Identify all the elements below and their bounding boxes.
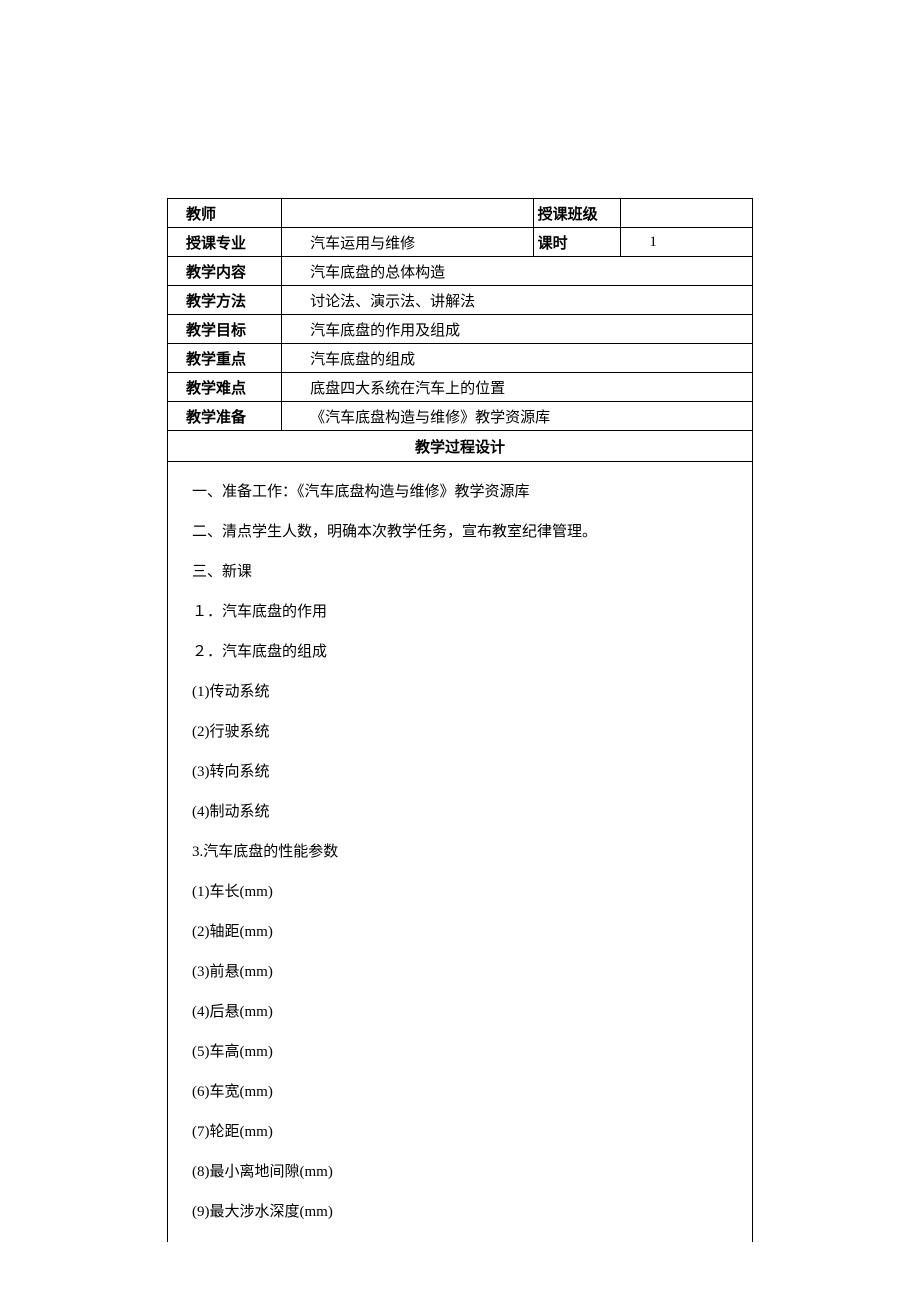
label-keypoint: 教学重点 xyxy=(168,344,282,373)
content-line: １．汽车底盘的作用 xyxy=(192,592,728,632)
lesson-content: 一、准备工作：《汽车底盘构造与维修》教学资源库 二、清点学生人数，明确本次教学任… xyxy=(192,462,728,1242)
document-page: 教师 授课班级 授课专业 汽车运用与维修 课时 1 教学内容 汽车底盘的总体构造… xyxy=(0,0,920,1242)
label-major: 授课专业 xyxy=(168,228,282,257)
content-line: (1)车长(mm) xyxy=(192,872,728,912)
content-line: 3.汽车底盘的性能参数 xyxy=(192,832,728,872)
lesson-content-cell: 一、准备工作：《汽车底盘构造与维修》教学资源库 二、清点学生人数，明确本次教学任… xyxy=(168,462,753,1243)
label-method: 教学方法 xyxy=(168,286,282,315)
value-prep: 《汽车底盘构造与维修》教学资源库 xyxy=(282,402,753,431)
table-row: 教学内容 汽车底盘的总体构造 xyxy=(168,257,753,286)
content-line: 一、准备工作：《汽车底盘构造与维修》教学资源库 xyxy=(192,472,728,512)
label-prep: 教学准备 xyxy=(168,402,282,431)
label-class: 授课班级 xyxy=(533,199,621,228)
table-row: 教学过程设计 xyxy=(168,431,753,462)
content-line: (9)最大涉水深度(mm) xyxy=(192,1192,728,1232)
label-teacher: 教师 xyxy=(168,199,282,228)
label-goal: 教学目标 xyxy=(168,315,282,344)
table-row: 教师 授课班级 xyxy=(168,199,753,228)
table-row: 教学难点 底盘四大系统在汽车上的位置 xyxy=(168,373,753,402)
content-line: (8)最小离地间隙(mm) xyxy=(192,1152,728,1192)
content-line: (1)传动系统 xyxy=(192,672,728,712)
content-line: (3)前悬(mm) xyxy=(192,952,728,992)
table-row: 教学方法 讨论法、演示法、讲解法 xyxy=(168,286,753,315)
label-hours: 课时 xyxy=(533,228,621,257)
table-row: 教学目标 汽车底盘的作用及组成 xyxy=(168,315,753,344)
content-line: 二、清点学生人数，明确本次教学任务，宣布教室纪律管理。 xyxy=(192,512,728,552)
content-line: 三、新课 xyxy=(192,552,728,592)
lesson-plan-table: 教师 授课班级 授课专业 汽车运用与维修 课时 1 教学内容 汽车底盘的总体构造… xyxy=(167,198,753,1242)
value-keypoint: 汽车底盘的组成 xyxy=(282,344,753,373)
table-row: 教学准备 《汽车底盘构造与维修》教学资源库 xyxy=(168,402,753,431)
content-line: (5)车高(mm) xyxy=(192,1032,728,1072)
value-teacher xyxy=(282,199,534,228)
content-line: (6)车宽(mm) xyxy=(192,1072,728,1112)
value-goal: 汽车底盘的作用及组成 xyxy=(282,315,753,344)
content-line: ２．汽车底盘的组成 xyxy=(192,632,728,672)
table-row: 教学重点 汽车底盘的组成 xyxy=(168,344,753,373)
table-row: 授课专业 汽车运用与维修 课时 1 xyxy=(168,228,753,257)
value-hours: 1 xyxy=(621,228,753,257)
section-title: 教学过程设计 xyxy=(168,431,753,462)
value-content: 汽车底盘的总体构造 xyxy=(282,257,753,286)
content-line: (3)转向系统 xyxy=(192,752,728,792)
content-line: (2)轴距(mm) xyxy=(192,912,728,952)
value-method: 讨论法、演示法、讲解法 xyxy=(282,286,753,315)
content-line: (7)轮距(mm) xyxy=(192,1112,728,1152)
value-difficulty: 底盘四大系统在汽车上的位置 xyxy=(282,373,753,402)
value-major: 汽车运用与维修 xyxy=(282,228,534,257)
label-difficulty: 教学难点 xyxy=(168,373,282,402)
table-row: 一、准备工作：《汽车底盘构造与维修》教学资源库 二、清点学生人数，明确本次教学任… xyxy=(168,462,753,1243)
content-line: (4)制动系统 xyxy=(192,792,728,832)
value-class xyxy=(621,199,753,228)
content-line: (2)行驶系统 xyxy=(192,712,728,752)
label-content: 教学内容 xyxy=(168,257,282,286)
content-line: (4)后悬(mm) xyxy=(192,992,728,1032)
